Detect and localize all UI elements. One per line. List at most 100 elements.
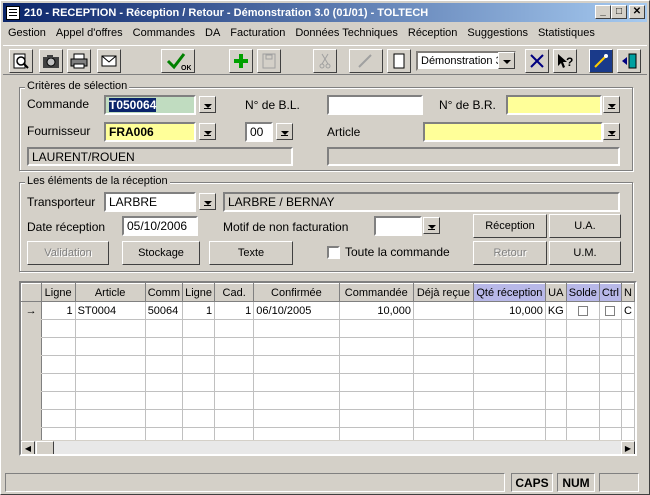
grid-cell-empty[interactable] <box>339 337 415 356</box>
grid-cell-empty[interactable] <box>253 337 340 356</box>
grid-cell-empty[interactable] <box>214 337 255 356</box>
grid-cell-empty[interactable] <box>566 391 600 410</box>
add-button[interactable] <box>229 49 253 73</box>
grid-cell-empty[interactable] <box>41 373 76 392</box>
grid-cell-empty[interactable] <box>599 409 622 428</box>
grid-cell-empty[interactable] <box>182 337 216 356</box>
transporteur-input[interactable]: LARBRE <box>104 192 196 212</box>
grid-cell-empty[interactable] <box>182 319 216 338</box>
col-qte-reception[interactable]: Qté réception <box>472 283 546 302</box>
cell-confirmee[interactable]: 06/10/2005 <box>253 301 340 320</box>
index-input[interactable]: 00 <box>245 122 273 142</box>
grid-cell-empty[interactable] <box>339 391 415 410</box>
grid-cell-empty[interactable] <box>145 373 184 392</box>
grid-cell-empty[interactable] <box>214 355 255 374</box>
new-document-button[interactable] <box>387 49 411 73</box>
ua-button[interactable]: U.A. <box>549 214 621 238</box>
scroll-left-icon[interactable]: ◀ <box>21 441 35 454</box>
grid-cell-empty[interactable] <box>599 391 622 410</box>
grid-cell-empty[interactable] <box>621 391 635 410</box>
grid-cell-empty[interactable] <box>621 409 635 428</box>
grid-cell-empty[interactable] <box>566 355 600 374</box>
cell-ligne[interactable]: 1 <box>41 301 76 320</box>
um-button[interactable]: U.M. <box>549 241 621 265</box>
magic-wand-button[interactable] <box>589 49 613 73</box>
scroll-thumb[interactable] <box>36 441 54 454</box>
exit-button[interactable] <box>617 49 641 73</box>
minimize-button[interactable]: _ <box>595 5 611 19</box>
search-document-button[interactable] <box>9 49 33 73</box>
cut-button[interactable] <box>313 49 337 73</box>
menu-da[interactable]: DA <box>200 27 225 39</box>
commande-dropdown[interactable] <box>199 96 216 113</box>
grid-cell-empty[interactable] <box>339 319 415 338</box>
col-solde[interactable]: Solde <box>565 283 600 302</box>
ok-button[interactable]: OK <box>161 49 195 73</box>
cell-deja-recue[interactable] <box>413 301 474 320</box>
grid-cell-empty[interactable] <box>566 319 600 338</box>
grid-cell-empty[interactable] <box>413 409 474 428</box>
grid-cell-empty[interactable] <box>473 355 546 374</box>
grid-cell-empty[interactable] <box>599 373 622 392</box>
article-input[interactable] <box>423 122 603 142</box>
grid-cell-empty[interactable] <box>339 373 415 392</box>
grid-cell-empty[interactable] <box>253 319 340 338</box>
table-row-empty[interactable] <box>21 337 635 356</box>
cell-comm[interactable]: 50064 <box>145 301 184 320</box>
date-reception-input[interactable]: 05/10/2006 <box>122 216 198 236</box>
col-deja-recue[interactable]: Déjà reçue <box>413 283 474 302</box>
menu-facturation[interactable]: Facturation <box>225 27 290 39</box>
company-select-dropdown[interactable] <box>498 52 515 69</box>
br-dropdown[interactable] <box>603 96 620 113</box>
grid-cell-empty[interactable] <box>566 409 600 428</box>
camera-button[interactable] <box>39 49 63 73</box>
stockage-button[interactable]: Stockage <box>122 241 200 265</box>
table-row-empty[interactable] <box>21 409 635 428</box>
menu-gestion[interactable]: Gestion <box>3 27 51 39</box>
col-cad[interactable]: Cad. <box>214 283 255 302</box>
col-article[interactable]: Article <box>74 283 146 302</box>
table-row-empty[interactable] <box>21 319 635 338</box>
grid-cell-empty[interactable] <box>145 337 184 356</box>
grid-cell-empty[interactable] <box>41 355 76 374</box>
grid-cell-empty[interactable] <box>182 391 216 410</box>
horizontal-scrollbar[interactable]: ◀ ▶ <box>21 440 635 454</box>
grid-cell-empty[interactable] <box>413 391 474 410</box>
scroll-right-icon[interactable]: ▶ <box>621 441 635 454</box>
grid-cell-empty[interactable] <box>75 319 146 338</box>
grid-cell-empty[interactable] <box>339 409 415 428</box>
grid-cell-empty[interactable] <box>545 409 567 428</box>
menu-reception[interactable]: Réception <box>403 27 463 39</box>
grid-cell-empty[interactable] <box>253 391 340 410</box>
solde-checkbox[interactable] <box>577 305 588 316</box>
grid-cell-empty[interactable] <box>214 319 255 338</box>
grid-cell-empty[interactable] <box>41 337 76 356</box>
grid-cell-empty[interactable] <box>75 373 146 392</box>
grid-cell-empty[interactable] <box>545 391 567 410</box>
grid-cell-empty[interactable] <box>545 337 567 356</box>
grid-cell-empty[interactable] <box>599 319 622 338</box>
validation-button[interactable]: Validation <box>27 241 109 265</box>
grid-cell-empty[interactable] <box>253 373 340 392</box>
grid-cell-empty[interactable] <box>182 373 216 392</box>
fournisseur-dropdown[interactable] <box>199 123 216 140</box>
help-button[interactable]: ? <box>553 49 577 73</box>
cell-cad[interactable]: 1 <box>214 301 255 320</box>
grid-cell-empty[interactable] <box>621 337 635 356</box>
grid-cell-empty[interactable] <box>621 355 635 374</box>
col-comm[interactable]: Comm <box>144 283 184 302</box>
texte-button[interactable]: Texte <box>209 241 293 265</box>
menu-commandes[interactable]: Commandes <box>128 27 200 39</box>
grid-cell-empty[interactable] <box>413 355 474 374</box>
table-row-empty[interactable] <box>21 391 635 410</box>
title-bar[interactable]: 210 - RECEPTION - Réception / Retour - D… <box>3 3 647 22</box>
col-confirmee[interactable]: Confirmée <box>253 283 340 302</box>
retour-button[interactable]: Retour <box>473 241 547 265</box>
grid-cell-empty[interactable] <box>145 319 184 338</box>
grid-cell-empty[interactable] <box>545 319 567 338</box>
grid-cell-empty[interactable] <box>253 355 340 374</box>
reception-lines-grid[interactable]: Ligne Article Comm Ligne Cad. Confirmée … <box>19 281 637 456</box>
col-ligne[interactable]: Ligne <box>40 283 76 302</box>
cell-ligne-cmd[interactable]: 1 <box>182 301 216 320</box>
save-button[interactable] <box>257 49 281 73</box>
